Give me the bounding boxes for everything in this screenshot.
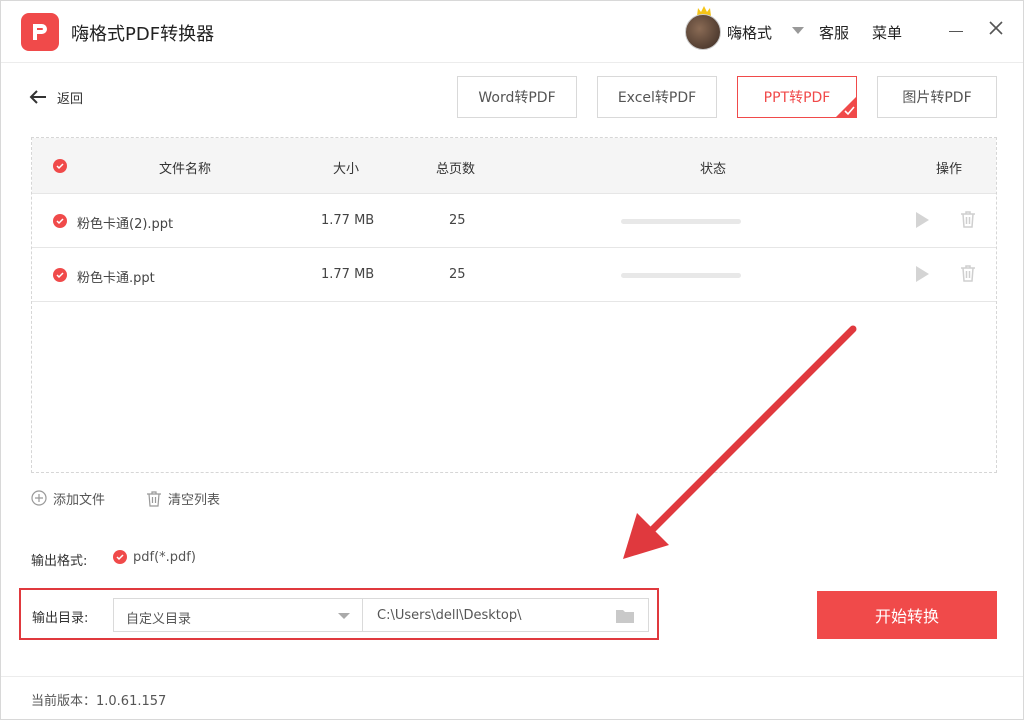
avatar[interactable] [685, 14, 721, 50]
output-path-value: C:\Users\dell\Desktop\ [377, 608, 522, 623]
check-icon [56, 272, 64, 279]
plus-circle-icon [31, 490, 47, 506]
file-table: 文件名称 大小 总页数 状态 操作 粉色卡通(2).ppt 1.77 MB 25 [31, 137, 997, 473]
output-dir-select-value: 自定义目录 [126, 612, 192, 627]
output-format-value: pdf(*.pdf) [133, 550, 196, 565]
trash-icon [147, 490, 161, 507]
arrow-left-icon [29, 90, 46, 104]
header-actions: 操作 [936, 162, 963, 177]
header-file-name: 文件名称 [159, 162, 212, 177]
row-pages: 25 [449, 267, 466, 282]
add-file-label: 添加文件 [53, 492, 106, 508]
minimize-icon[interactable] [949, 31, 963, 32]
output-dir-select[interactable]: 自定义目录 [113, 598, 363, 632]
start-convert-button[interactable]: 开始转换 [817, 591, 997, 639]
selected-check-icon [835, 96, 857, 118]
progress-bar [621, 219, 741, 224]
table-header: 文件名称 大小 总页数 状态 操作 [32, 138, 996, 194]
title-bar: 嗨格式PDF转换器 嗨格式 客服 菜单 [1, 1, 1023, 63]
play-icon[interactable] [914, 265, 930, 283]
tab-excel-to-pdf[interactable]: Excel转PDF [597, 76, 717, 118]
customer-service-link[interactable]: 客服 [819, 22, 849, 43]
tab-label: Word转PDF [478, 90, 556, 106]
header-status: 状态 [700, 162, 727, 177]
menu-link[interactable]: 菜单 [872, 22, 902, 43]
username[interactable]: 嗨格式 [727, 22, 772, 43]
output-path-field[interactable]: C:\Users\dell\Desktop\ [363, 598, 649, 632]
check-icon [116, 554, 124, 561]
row-file-name: 粉色卡通(2).ppt [77, 217, 174, 232]
tab-label: 图片转PDF [902, 90, 972, 106]
row-checkbox[interactable] [53, 214, 67, 228]
chevron-down-icon[interactable] [792, 27, 804, 34]
output-format-label: 输出格式: [31, 554, 88, 569]
format-pdf-radio[interactable] [113, 550, 127, 564]
table-row: 粉色卡通(2).ppt 1.77 MB 25 [32, 194, 996, 248]
back-label: 返回 [57, 91, 84, 107]
tab-ppt-to-pdf[interactable]: PPT转PDF [737, 76, 857, 118]
table-row: 粉色卡通.ppt 1.77 MB 25 [32, 248, 996, 302]
trash-icon[interactable] [960, 264, 976, 282]
header-size: 大小 [333, 162, 360, 177]
back-button[interactable]: 返回 [29, 87, 83, 107]
row-checkbox[interactable] [53, 268, 67, 282]
check-icon [56, 163, 64, 170]
select-all-checkbox[interactable] [53, 159, 67, 173]
progress-bar [621, 273, 741, 278]
tab-label: PPT转PDF [763, 90, 831, 106]
trash-icon[interactable] [960, 210, 976, 228]
tab-label: Excel转PDF [617, 90, 697, 106]
app-title: 嗨格式PDF转换器 [71, 24, 215, 45]
row-file-name: 粉色卡通.ppt [77, 271, 155, 286]
chevron-down-icon [338, 613, 350, 619]
output-dir-label: 输出目录: [32, 611, 89, 626]
row-size: 1.77 MB [321, 213, 375, 228]
add-file-button[interactable]: 添加文件 [31, 489, 106, 508]
play-icon[interactable] [914, 211, 930, 229]
check-icon [56, 218, 64, 225]
close-icon[interactable] [987, 19, 1005, 37]
tab-word-to-pdf[interactable]: Word转PDF [457, 76, 577, 118]
version-label: 当前版本：1.0.61.157 [31, 694, 167, 709]
app-window: 嗨格式PDF转换器 嗨格式 客服 菜单 返回 Word转PDF Excel转PD… [0, 0, 1024, 720]
tab-image-to-pdf[interactable]: 图片转PDF [877, 76, 997, 118]
row-pages: 25 [449, 213, 466, 228]
app-logo-icon [21, 13, 59, 51]
row-size: 1.77 MB [321, 267, 375, 282]
clear-list-label: 清空列表 [168, 492, 221, 508]
header-pages: 总页数 [436, 162, 476, 177]
status-bar: 当前版本：1.0.61.157 [1, 676, 1023, 720]
clear-list-button[interactable]: 清空列表 [146, 489, 221, 508]
folder-icon[interactable] [616, 608, 634, 623]
